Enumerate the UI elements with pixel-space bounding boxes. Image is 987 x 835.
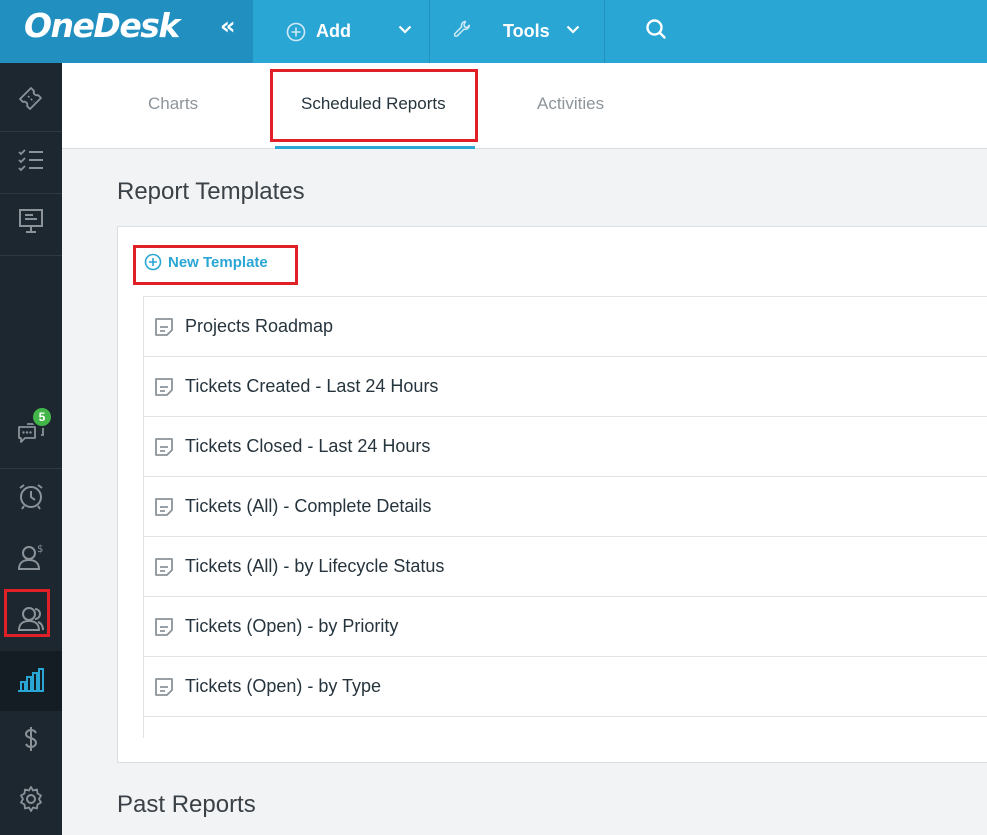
- add-menu-button[interactable]: Add: [286, 0, 351, 63]
- onedesk-logo[interactable]: OneDesk: [24, 6, 180, 45]
- add-menu-dropdown[interactable]: [397, 0, 413, 63]
- alarm-clock-icon: [16, 481, 46, 516]
- dollar-icon: [16, 724, 46, 759]
- report-document-icon: [154, 617, 174, 637]
- list-item[interactable]: Tickets Created - Last 24 Hours: [144, 356, 987, 416]
- template-name: Tickets Created - Last 24 Hours: [185, 376, 439, 396]
- divider: [604, 0, 605, 63]
- chevron-down-icon: [397, 21, 413, 42]
- add-menu-label: Add: [316, 21, 351, 41]
- sidebar-item-customers[interactable]: $: [0, 529, 62, 589]
- report-document-icon: [154, 677, 174, 697]
- list-item[interactable]: Tickets (All) - Complete Details: [144, 476, 987, 536]
- svg-text:$: $: [37, 544, 43, 555]
- report-document-icon: [154, 557, 174, 577]
- reports-highlight-box: [4, 589, 50, 637]
- template-name: Tickets (All) - by Lifecycle Status: [185, 556, 445, 576]
- active-tab-indicator: [275, 146, 475, 149]
- report-document-icon: [154, 377, 174, 397]
- presentation-board-icon: [16, 206, 46, 241]
- list-item[interactable]: Tickets (Open) - by Priority: [144, 596, 987, 656]
- list-item[interactable]: Tickets (Open) - by Type: [144, 656, 987, 716]
- plus-circle-icon: [286, 22, 306, 42]
- divider: [0, 255, 62, 256]
- template-name: Tickets Closed - Last 24 Hours: [185, 436, 431, 456]
- tools-menu-dropdown[interactable]: [565, 0, 581, 63]
- sidebar-item-tasks[interactable]: [0, 131, 62, 191]
- brand-area: OneDesk «: [0, 0, 253, 63]
- past-reports-title: Past Reports: [117, 791, 256, 818]
- report-templates-title: Report Templates: [117, 178, 305, 205]
- tools-menu-button[interactable]: Tools: [452, 0, 550, 63]
- messages-count-badge: 5: [31, 406, 53, 428]
- top-bar: OneDesk « Add Tools: [0, 0, 987, 63]
- search-icon: [645, 18, 667, 45]
- template-name: Projects Roadmap: [185, 316, 334, 336]
- tab-activities[interactable]: Activities: [537, 94, 604, 114]
- new-template-highlight-box: [133, 245, 298, 285]
- sidebar-item-timer[interactable]: [0, 468, 62, 528]
- chevron-down-icon: [565, 21, 581, 42]
- sidebar-item-reports[interactable]: [0, 651, 62, 711]
- sidebar-item-billing[interactable]: [0, 711, 62, 771]
- gear-icon: [16, 784, 46, 819]
- report-document-icon: [154, 317, 174, 337]
- ticket-icon: [16, 84, 46, 119]
- report-document-icon: [154, 437, 174, 457]
- customer-dollar-icon: $: [16, 542, 46, 577]
- template-name: Tickets (Open) - by Type: [185, 676, 382, 696]
- list-item[interactable]: Tickets (All) - by Lifecycle Status: [144, 536, 987, 596]
- list-item[interactable]: Projects Roadmap: [144, 296, 987, 356]
- wrench-icon: [452, 19, 472, 44]
- sidebar-item-tickets[interactable]: [0, 71, 62, 131]
- list-item[interactable]: Tickets Closed - Last 24 Hours: [144, 416, 987, 476]
- list-item-partial[interactable]: [144, 716, 987, 738]
- sidebar: 5 $: [0, 63, 62, 835]
- report-tabs: Charts Scheduled Reports Activities: [62, 63, 987, 149]
- sidebar-item-settings[interactable]: [0, 771, 62, 831]
- bar-chart-icon: [17, 665, 45, 698]
- report-document-icon: [154, 497, 174, 517]
- scheduled-reports-highlight-box: [270, 69, 478, 142]
- checklist-icon: [16, 144, 46, 179]
- search-button[interactable]: [645, 0, 667, 63]
- collapse-sidebar-button[interactable]: «: [220, 12, 236, 40]
- report-templates-list: Projects Roadmap Tickets Created - Last …: [143, 296, 987, 738]
- divider: [429, 0, 430, 63]
- template-name: Tickets (Open) - by Priority: [185, 616, 399, 636]
- tools-menu-label: Tools: [503, 21, 550, 41]
- report-document-icon: [154, 737, 174, 738]
- tab-charts[interactable]: Charts: [148, 94, 198, 114]
- sidebar-item-projects[interactable]: [0, 193, 62, 253]
- template-name: Tickets (All) - Complete Details: [185, 496, 432, 516]
